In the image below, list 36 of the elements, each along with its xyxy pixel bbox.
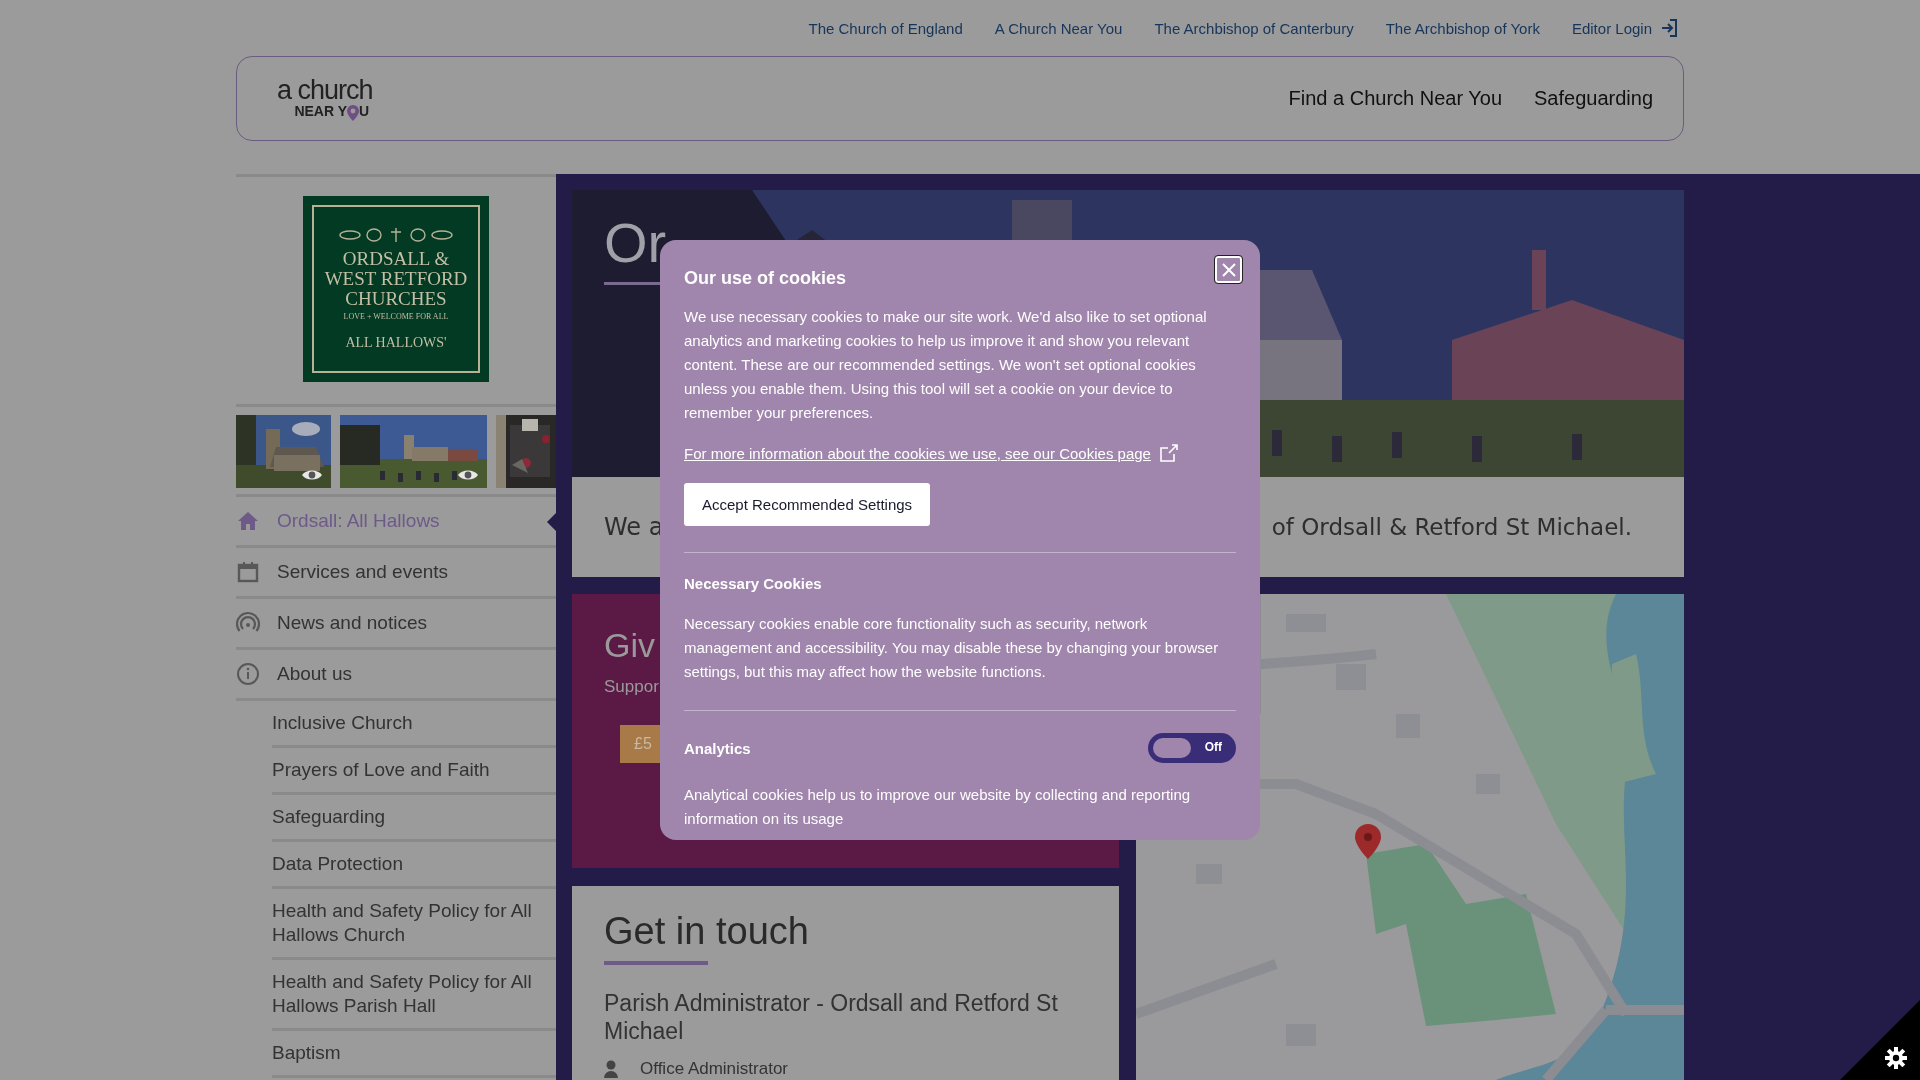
logo-text: ORDSALL & WEST RETFORD CHURCHES — [323, 249, 469, 309]
sidebar-link[interactable]: Inclusive Church — [272, 701, 556, 745]
sidebar-link[interactable]: Safeguarding — [272, 795, 556, 839]
sidebar-link[interactable]: News and notices — [236, 599, 556, 647]
toggle-switch[interactable]: Off — [1148, 733, 1236, 763]
contact-role: Parish Administrator - Ordsall and Retford St Michael — [604, 989, 1059, 1045]
intro-text: of Ordsall & Retford St Michael. — [1271, 514, 1632, 540]
sidebar-link[interactable]: Health and Safety Policy for All Hallows Parish Hall — [272, 960, 556, 1028]
sidebar-link[interactable]: Prayers of Love and Faith — [272, 748, 556, 792]
sidebar-link[interactable]: Data Protection — [272, 842, 556, 886]
dialog-text: Necessary cookies enable core functionality such as security, network management and accessibility. You may disable these by changing your browser settings, but this may affect how the website functions. — [684, 614, 1220, 682]
top-nav-link[interactable]: The Archbishop of York — [1385, 19, 1540, 37]
section-heading: Analytics — [684, 739, 751, 757]
section-heading: Necessary Cookies — [684, 575, 822, 592]
cookies-page-link[interactable]: For more information about the cookies we use, see our Cookies page — [684, 444, 1151, 462]
header-nav-link[interactable]: Find a Church Near You — [1288, 87, 1502, 110]
sidebar-link[interactable]: Services and events — [236, 548, 556, 596]
top-nav-link[interactable]: A Church Near You — [994, 19, 1123, 37]
contact-name: Office Administrator — [640, 1059, 789, 1079]
sidebar-link[interactable]: Health and Safety Policy for All Hallows Church — [272, 889, 556, 957]
accept-button[interactable]: Accept Recommended Settings — [684, 483, 931, 526]
site-logo[interactable]: a church NEAR Y U — [277, 76, 373, 121]
logo-text: ALL HALLOWS' — [345, 335, 447, 351]
give-heading: Giv — [604, 626, 655, 665]
dialog-title: Our use of cookies — [684, 268, 847, 289]
sidebar-link[interactable]: Baptism — [272, 1031, 556, 1075]
give-text: Suppor — [604, 677, 659, 697]
dialog-text: We use necessary cookies to make our site work. We'd also like to set optional analytics and marketing cookies to help us improve it and show you relevant content. These are our recommended settings. We won't set optional cookies unless you enable them. Using this tool will set a cookie on your device to remember your preferences. — [684, 307, 1208, 423]
sidebar-link[interactable]: About us — [236, 650, 556, 698]
contact-heading: Get in touch — [604, 910, 810, 953]
login-link[interactable]: Editor Login — [1571, 17, 1678, 39]
logo-text: LOVE + WELCOME FOR ALL — [343, 312, 449, 321]
dialog-text: Analytical cookies help us to improve our website by collecting and reporting information on its usage — [684, 785, 1192, 829]
top-nav-link[interactable]: The Archbishop of Canterbury — [1154, 19, 1354, 37]
header-nav-link[interactable]: Safeguarding — [1534, 87, 1653, 110]
top-nav-link[interactable]: The Church of England — [808, 19, 963, 37]
